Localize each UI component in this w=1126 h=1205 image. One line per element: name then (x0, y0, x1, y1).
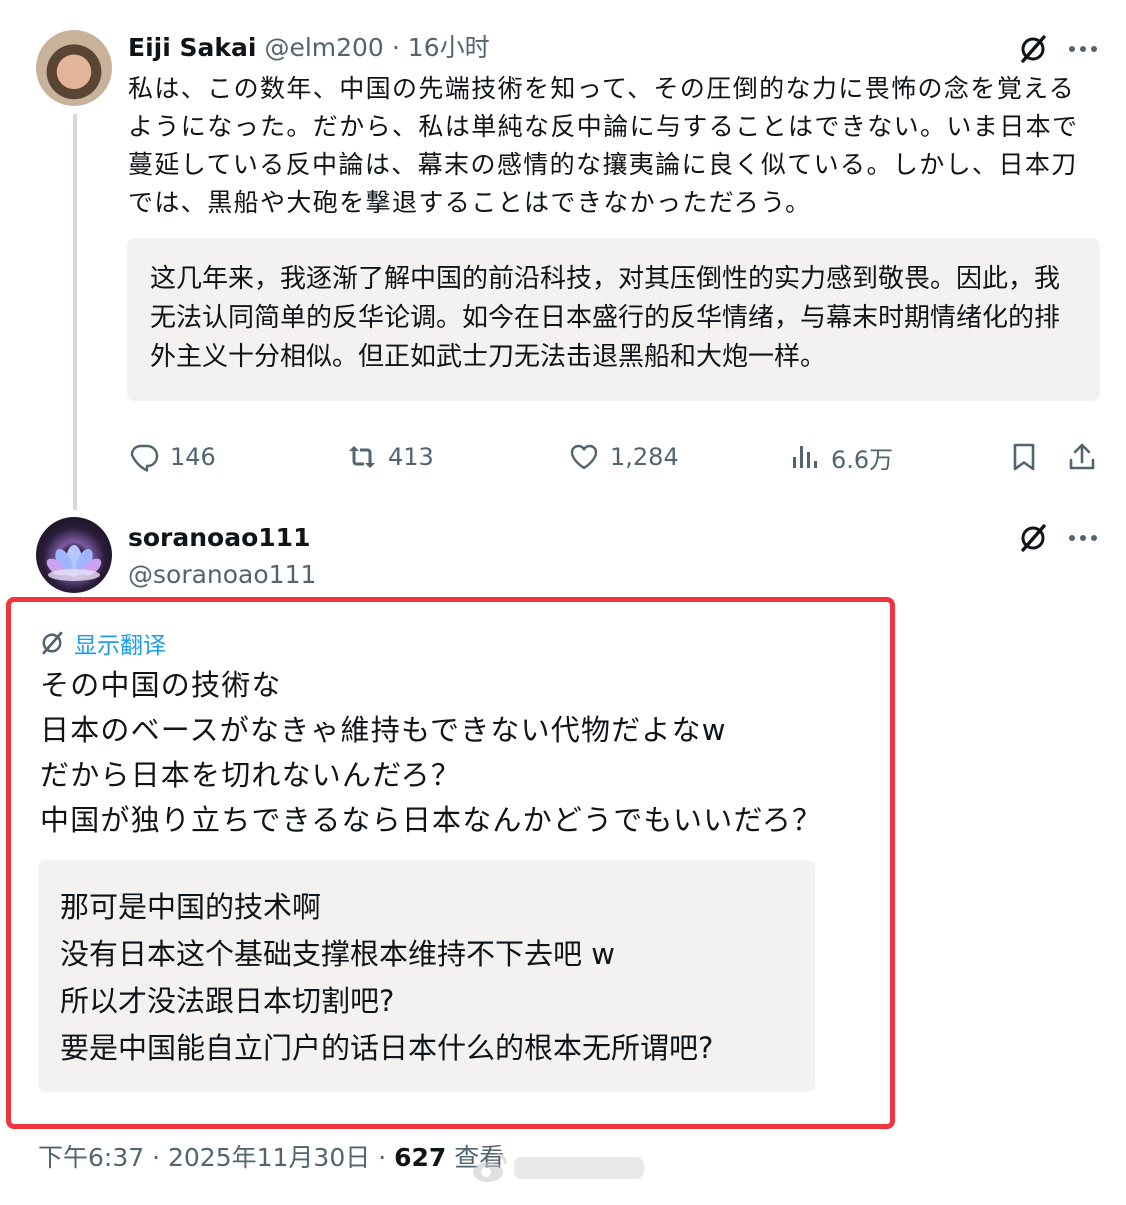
tweet-text-line: 中国が独り立ちできるなら日本なんかどうでもいいだろ？ (40, 803, 823, 837)
more-icon[interactable] (1065, 520, 1101, 556)
author-name[interactable]: Eiji Sakai (128, 33, 256, 63)
more-icon[interactable] (1065, 31, 1101, 67)
tweet-text-line: だから日本を切れないんだろ？ (40, 758, 462, 792)
reply-button[interactable]: 146 (128, 440, 216, 474)
translation-line: 那可是中国的技术啊 (60, 890, 322, 924)
translation-text: 这几年来，我逐渐了解中国的前沿科技，对其压倒性的实力感到敬畏。因此，我无法认同简… (150, 264, 1061, 372)
views-count: 6.6万 (831, 445, 894, 474)
grok-icon[interactable] (1015, 520, 1051, 556)
heart-icon (570, 444, 598, 470)
translation-text: 那可是中国的技术啊 没有日本这个基础支撑根本维持不下去吧 w 所以才没法跟日本切… (60, 884, 800, 1072)
tweet1-header: Eiji Sakai @elm200 · 16小时 (128, 33, 490, 63)
tweet-text-line: 日本のベースがなきゃ維持もできない代物だよなw (40, 713, 727, 747)
views-chart-icon (793, 446, 817, 468)
translation-box: 那可是中国的技术啊 没有日本这个基础支撑根本维持不下去吧 w 所以才没法跟日本切… (38, 860, 815, 1092)
like-button[interactable]: 1,284 (568, 440, 679, 474)
translation-box: 这几年来，我逐渐了解中国的前沿科技，对其压倒性的实力感到敬畏。因此，我无法认同简… (127, 238, 1100, 401)
meta-separator: · (378, 1143, 387, 1172)
views-button[interactable]: 6.6万 (789, 440, 893, 474)
bookmark-button[interactable] (1008, 440, 1040, 474)
repost-count: 413 (388, 443, 434, 471)
tweet-footer-meta: 下午6:37 · 2025年11月30日 · 627 查看 (38, 1142, 504, 1174)
like-count: 1,284 (610, 443, 679, 471)
author-handle[interactable]: @elm200 (264, 33, 383, 63)
repost-button[interactable]: 413 (346, 440, 434, 474)
reply-icon (130, 444, 159, 472)
author-name[interactable]: soranoao111 (128, 523, 316, 553)
watermark-blur (514, 1157, 644, 1179)
tweet-text-line: その中国の技術な (40, 668, 282, 702)
share-button[interactable] (1066, 440, 1098, 474)
tweet-time[interactable]: 16小时 (408, 33, 490, 63)
post-date[interactable]: 2025年11月30日 (168, 1143, 370, 1172)
translation-line: 没有日本这个基础支撑根本维持不下去吧 w (60, 937, 615, 971)
reply-count: 146 (170, 443, 216, 471)
avatar[interactable] (36, 517, 112, 593)
weibo-watermark-logo (470, 1148, 650, 1188)
show-translation-link[interactable]: 显示翻译 (38, 626, 166, 660)
meta-separator: · (391, 33, 400, 62)
meta-separator: · (152, 1143, 161, 1172)
thread-connector-line (73, 114, 77, 510)
translation-line: 所以才没法跟日本切割吧? (60, 984, 395, 1018)
repost-icon (349, 446, 375, 468)
views-count: 627 (394, 1143, 447, 1172)
post-time[interactable]: 下午6:37 (38, 1143, 144, 1172)
translation-line: 要是中国能自立门户的话日本什么的根本无所谓吧? (60, 1031, 714, 1065)
translate-icon (42, 631, 63, 655)
weibo-logo-icon (473, 1152, 507, 1182)
tweet-text: その中国の技術な 日本のベースがなきゃ維持もできない代物だよなw だから日本を切… (40, 663, 880, 843)
tweet2-header: soranoao111 @soranoao111 (128, 523, 316, 590)
bookmark-icon (1013, 443, 1035, 471)
author-handle[interactable]: @soranoao111 (128, 560, 316, 590)
lotus-icon (46, 545, 102, 581)
avatar[interactable] (36, 30, 112, 106)
tweet-text: 私は、この数年、中国の先端技術を知って、その圧倒的な力に畏怖の念を覚えるようにな… (128, 74, 1079, 217)
grok-icon[interactable] (1015, 31, 1051, 67)
show-translation-label: 显示翻译 (74, 633, 166, 659)
share-icon (1069, 443, 1095, 470)
